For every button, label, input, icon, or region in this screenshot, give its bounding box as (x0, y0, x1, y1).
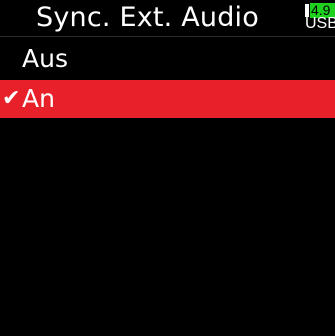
header-bar: Sync. Ext. Audio 4.9 USB (0, 0, 335, 34)
page-title: Sync. Ext. Audio (36, 2, 259, 33)
option-aus[interactable]: Aus (0, 40, 335, 78)
option-list: Aus ✔ An (0, 40, 335, 118)
power-source-label: USB (305, 15, 335, 32)
option-an[interactable]: ✔ An (0, 80, 335, 118)
device-screen: Sync. Ext. Audio 4.9 USB Aus ✔ An (0, 0, 335, 336)
check-icon (2, 40, 22, 78)
battery-indicator: 4.9 USB (305, 3, 335, 32)
option-label: An (22, 84, 55, 113)
header-divider (0, 36, 335, 37)
check-icon: ✔ (2, 86, 21, 111)
option-label: Aus (22, 44, 68, 73)
